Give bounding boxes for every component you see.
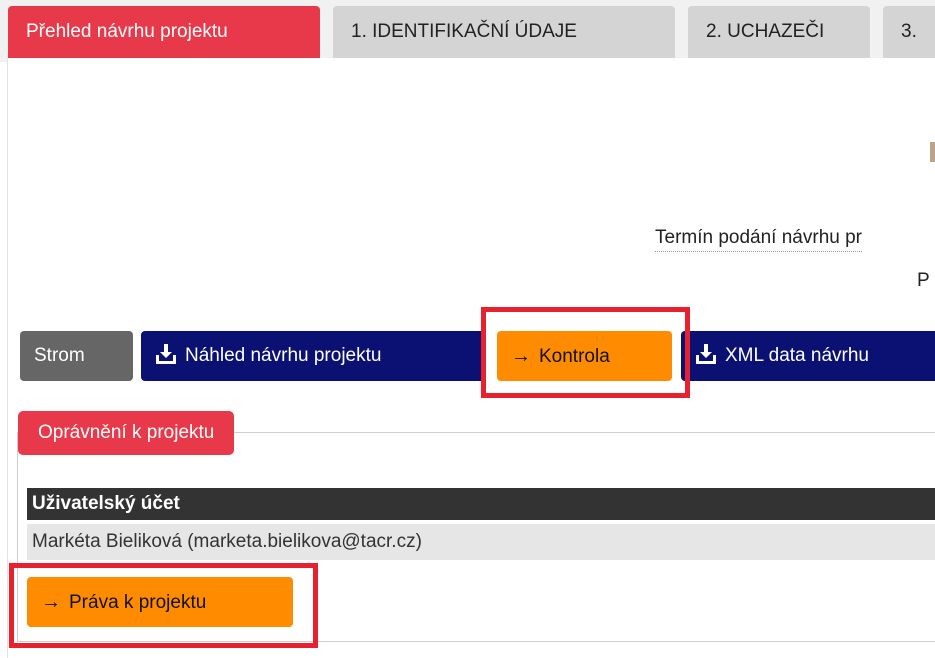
download-icon — [156, 343, 176, 364]
nahled-label: Náhled návrhu projektu — [185, 345, 382, 366]
deadline-label: Termín podání návrhu pr — [655, 227, 863, 252]
permissions-legend: Oprávnění k projektu — [18, 411, 235, 455]
highlight-box-kontrola — [481, 307, 690, 398]
cut-off-text-fragment — [930, 142, 935, 162]
tab-uchazeci[interactable]: 2. UCHAZEČI — [688, 6, 870, 58]
xml-data-button[interactable]: XML data návrhu — [681, 331, 935, 381]
strom-button[interactable]: Strom — [20, 331, 133, 381]
nahled-button[interactable]: Náhled návrhu projektu — [141, 331, 486, 381]
tab-identifikacni-udaje[interactable]: 1. IDENTIFIKAČNÍ ÚDAJE — [333, 6, 675, 58]
strom-label: Strom — [34, 345, 85, 366]
cut-off-label: P — [917, 270, 930, 291]
highlight-box-prava — [9, 563, 318, 648]
table-header-user-account: Uživatelský účet — [27, 488, 935, 520]
table-row: Markéta Bieliková (marketa.bielikova@tac… — [27, 524, 935, 560]
download-icon — [696, 343, 716, 364]
xml-data-label: XML data návrhu — [725, 345, 869, 366]
tab-bar: Přehled návrhu projektu 1. IDENTIFIKAČNÍ… — [0, 0, 935, 62]
tab-3[interactable]: 3. — [883, 6, 935, 58]
tab-prehled[interactable]: Přehled návrhu projektu — [8, 6, 320, 58]
